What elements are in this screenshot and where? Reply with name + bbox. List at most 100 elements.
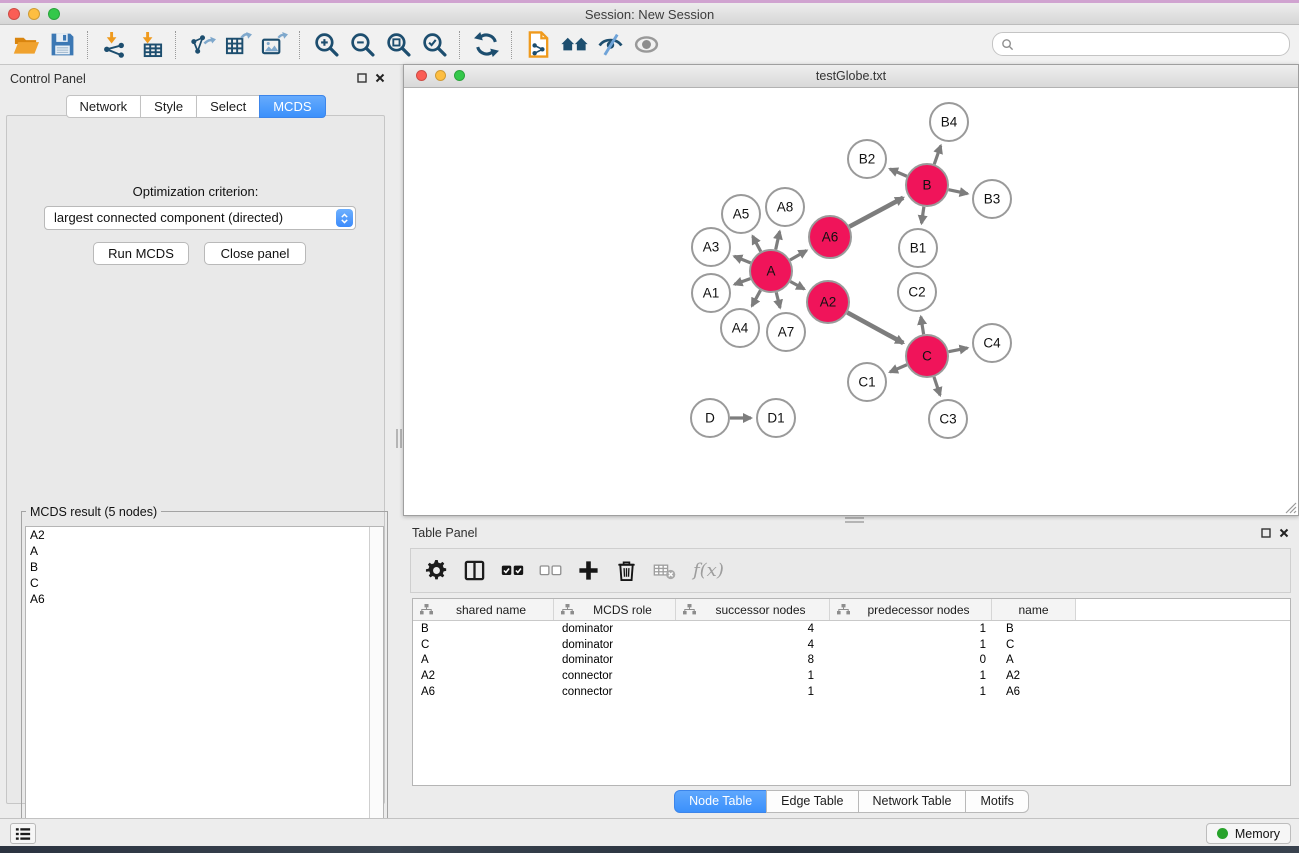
edge-C-C3[interactable]	[934, 377, 940, 395]
edge-A-A2[interactable]	[790, 282, 804, 290]
network-list-button[interactable]	[10, 823, 36, 844]
edge-B-B1[interactable]	[922, 207, 924, 223]
node-D[interactable]: D	[691, 399, 729, 437]
list-item[interactable]: A2	[26, 527, 383, 543]
column-header-shared-name[interactable]: shared name	[413, 599, 554, 620]
select-all-button[interactable]	[501, 559, 524, 582]
save-session-button[interactable]	[44, 28, 80, 62]
control-panel-float-button[interactable]	[355, 71, 369, 85]
table-panel-close-button[interactable]	[1277, 526, 1291, 540]
edge-C-C2[interactable]	[921, 317, 924, 335]
node-D1[interactable]: D1	[757, 399, 795, 437]
show-hide-button[interactable]	[628, 28, 664, 62]
node-A[interactable]: A	[750, 250, 792, 292]
table-panel-float-button[interactable]	[1259, 526, 1273, 540]
node-C1[interactable]: C1	[848, 363, 886, 401]
zoom-in-button[interactable]	[308, 28, 344, 62]
export-network-button[interactable]	[184, 28, 220, 62]
deselect-all-button[interactable]	[539, 559, 562, 582]
edge-B-B4[interactable]	[934, 146, 941, 165]
edge-A-A7[interactable]	[776, 292, 780, 307]
open-session-button[interactable]	[8, 28, 44, 62]
node-A8[interactable]: A8	[766, 188, 804, 226]
optimization-criterion-select[interactable]: largest connected component (directed)	[44, 206, 356, 230]
list-item[interactable]: A6	[26, 591, 383, 607]
table-row[interactable]: Cdominator41C	[413, 637, 1290, 653]
control-panel-close-button[interactable]	[373, 71, 387, 85]
memory-button[interactable]: Memory	[1206, 823, 1291, 844]
tab-network-table[interactable]: Network Table	[858, 790, 967, 813]
vertical-divider-grip[interactable]	[396, 429, 402, 448]
network-from-file-button[interactable]	[520, 28, 556, 62]
column-header-MCDS-role[interactable]: MCDS role	[554, 599, 676, 620]
home-layout-button[interactable]	[556, 28, 592, 62]
run-mcds-button[interactable]: Run MCDS	[93, 242, 189, 265]
search-field[interactable]	[992, 32, 1290, 56]
edge-B-B2[interactable]	[890, 169, 907, 176]
tab-mcds[interactable]: MCDS	[259, 95, 325, 118]
table-row[interactable]: Bdominator41B	[413, 621, 1290, 637]
zoom-selected-button[interactable]	[416, 28, 452, 62]
tab-style[interactable]: Style	[140, 95, 197, 118]
search-input[interactable]	[1018, 36, 1289, 52]
edge-A-A5[interactable]	[753, 236, 761, 251]
mcds-result-scrollbar[interactable]	[369, 527, 383, 848]
refresh-layout-button[interactable]	[468, 28, 504, 62]
window-resize-grip[interactable]	[1283, 500, 1297, 514]
list-item[interactable]: A	[26, 543, 383, 559]
node-A1[interactable]: A1	[692, 274, 730, 312]
delete-column-button[interactable]	[615, 559, 638, 582]
column-header-label: name	[996, 603, 1071, 617]
column-header-predecessor-nodes[interactable]: predecessor nodes	[830, 599, 992, 620]
tab-node-table[interactable]: Node Table	[674, 790, 767, 813]
edge-C-C4[interactable]	[949, 348, 968, 352]
column-visibility-button[interactable]	[463, 559, 486, 582]
edge-A-A1[interactable]	[734, 279, 750, 285]
edge-A2-C[interactable]	[847, 313, 903, 344]
tab-select[interactable]: Select	[196, 95, 260, 118]
column-header-name[interactable]: name	[992, 599, 1076, 620]
network-canvas[interactable]: A A1 A2 A3 A4 A5 A6 A7 A8 B B1 B2 B3 B4 C C1 C2 C3C4 D D1	[404, 88, 1298, 515]
graphics-details-button[interactable]	[592, 28, 628, 62]
node-C2[interactable]: C2	[898, 273, 936, 311]
list-item[interactable]: B	[26, 559, 383, 575]
node-A5[interactable]: A5	[722, 195, 760, 233]
edge-A-A3[interactable]	[734, 256, 750, 263]
edge-A6-B[interactable]	[849, 198, 903, 227]
close-panel-button[interactable]: Close panel	[204, 242, 306, 265]
node-A7[interactable]: A7	[767, 313, 805, 351]
edge-B-B3[interactable]	[949, 190, 968, 194]
export-table-button[interactable]	[220, 28, 256, 62]
list-item[interactable]: C	[26, 575, 383, 591]
node-A3[interactable]: A3	[692, 228, 730, 266]
export-image-button[interactable]	[256, 28, 292, 62]
node-B[interactable]: B	[906, 164, 948, 206]
zoom-fit-button[interactable]	[380, 28, 416, 62]
tab-edge-table[interactable]: Edge Table	[766, 790, 858, 813]
column-header-successor-nodes[interactable]: successor nodes	[676, 599, 830, 620]
edge-A-A8[interactable]	[776, 231, 780, 249]
import-network-button[interactable]	[96, 28, 132, 62]
node-B3[interactable]: B3	[973, 180, 1011, 218]
node-C3[interactable]: C3	[929, 400, 967, 438]
zoom-out-button[interactable]	[344, 28, 380, 62]
edge-A-A4[interactable]	[752, 290, 761, 306]
node-B4[interactable]: B4	[930, 103, 968, 141]
table-row[interactable]: A2connector11A2	[413, 668, 1290, 684]
node-B1[interactable]: B1	[899, 229, 937, 267]
add-column-button[interactable]	[577, 559, 600, 582]
node-A6[interactable]: A6	[809, 216, 851, 258]
node-A4[interactable]: A4	[721, 309, 759, 347]
edge-C-C1[interactable]	[890, 365, 907, 372]
node-C4[interactable]: C4	[973, 324, 1011, 362]
import-table-button[interactable]	[132, 28, 168, 62]
edge-A-A6[interactable]	[790, 250, 807, 260]
tab-motifs[interactable]: Motifs	[965, 790, 1028, 813]
table-settings-button[interactable]	[425, 559, 448, 582]
node-A2[interactable]: A2	[807, 281, 849, 323]
table-row[interactable]: A6connector11A6	[413, 684, 1290, 700]
table-row[interactable]: Adominator80A	[413, 653, 1290, 669]
node-C[interactable]: C	[906, 335, 948, 377]
tab-network[interactable]: Network	[65, 95, 141, 118]
node-B2[interactable]: B2	[848, 140, 886, 178]
